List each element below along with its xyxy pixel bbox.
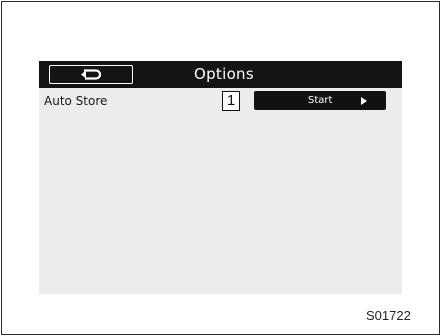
page-title: Options	[194, 65, 254, 83]
options-header: Options	[39, 61, 402, 88]
callout-number: 1	[222, 91, 240, 111]
start-button[interactable]: Start	[254, 91, 386, 110]
play-arrow-icon	[361, 97, 367, 105]
back-return-icon	[81, 69, 102, 80]
start-button-label: Start	[308, 95, 333, 106]
back-button[interactable]	[49, 65, 133, 84]
options-screen: Options Auto Store 1 Start	[39, 61, 402, 294]
auto-store-label: Auto Store	[44, 94, 108, 108]
figure-code: S01722	[366, 308, 411, 323]
figure-frame: Options Auto Store 1 Start S01722	[1, 1, 440, 335]
